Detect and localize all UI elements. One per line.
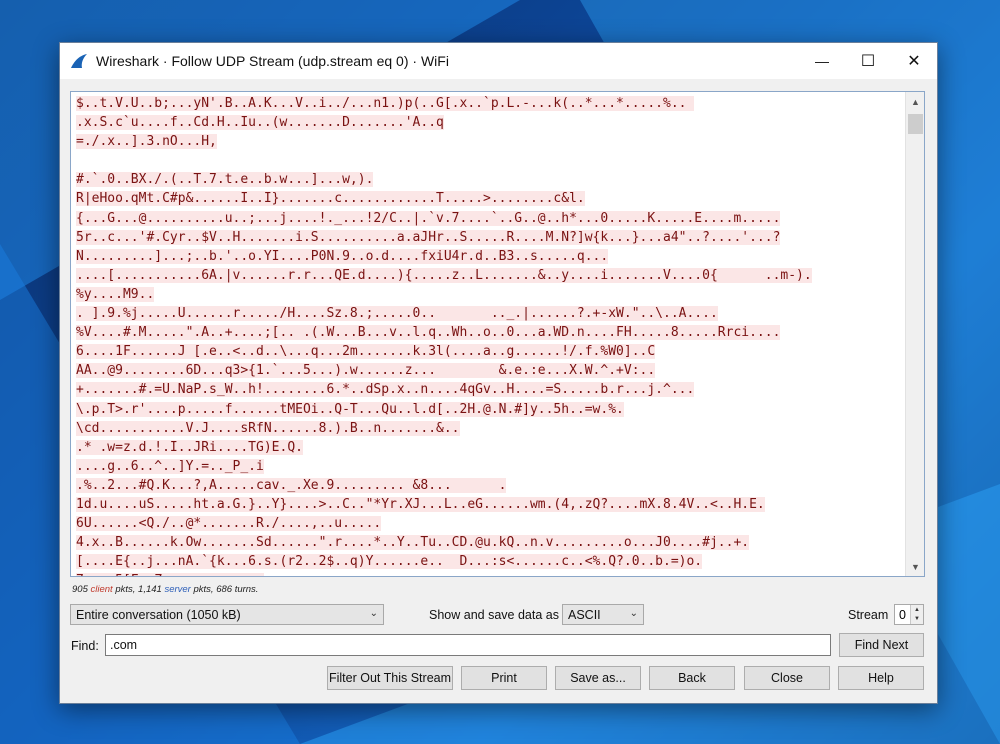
stream-line: .%..2...#Q.K...?,A.....cav._.Xe.9.......… — [76, 476, 902, 495]
stream-line: R|eHoo.qMt.C#p&......I..I}.......c......… — [76, 189, 902, 208]
minimize-icon: — — [815, 53, 829, 69]
chevron-down-icon: ⌄ — [629, 608, 638, 619]
find-input[interactable]: .com — [105, 634, 831, 656]
stream-line: {...G...@..........u..;...j....!._...!2/… — [76, 209, 902, 228]
stream-line-text: 1d.u....uS.....ht.a.G.}..Y}....>..C.."*Y… — [76, 496, 765, 512]
maximize-button[interactable]: ☐ — [845, 43, 891, 79]
back-button[interactable]: Back — [649, 666, 735, 690]
stream-line-text: AA..@9........6D...q3>{1.`...5...).w....… — [76, 363, 656, 379]
stream-number-spinbox[interactable]: 0 ▲ ▼ — [894, 604, 924, 625]
stream-line: #.`.0..BX./.(..T.7.t.e..b.w...]...w,). — [76, 170, 902, 189]
stream-line: N.........]...;..b.'..o.YI....P0N.9..o.d… — [76, 247, 902, 266]
format-select[interactable]: ASCII ⌄ — [562, 604, 644, 625]
stream-line: \cd...........V.J....sRfN......8.).B..n.… — [76, 419, 902, 438]
stream-line: 6....1F......J [.e..<..d..\...q...2m....… — [76, 342, 902, 361]
stream-line: 4.x..B......k.Ow.......Sd......".r....*.… — [76, 533, 902, 552]
client-label: client — [90, 584, 113, 595]
stream-line-text: 6....1F......J [.e..<..d..\...q...2m....… — [76, 344, 656, 360]
stream-line: 6U......<Q./..@*.......R./....,..u..... — [76, 514, 902, 533]
stream-line: .x.S.c`u....f..Cd.H..Iu..(w.......D.....… — [76, 113, 902, 132]
save-as-button[interactable]: Save as... — [555, 666, 641, 690]
conversation-select[interactable]: Entire conversation (1050 kB) ⌄ — [70, 604, 384, 625]
vertical-scrollbar[interactable]: ▲ ▼ — [905, 92, 924, 576]
stream-line: $..t.V.U..b;...yN'.B..A.K...V..i../...n1… — [76, 94, 902, 113]
close-button[interactable]: Close — [744, 666, 830, 690]
wireshark-fin-icon — [71, 54, 87, 68]
stream-line-text: =./.x..].3.nO...H, — [76, 134, 217, 150]
close-window-button[interactable]: ✕ — [891, 43, 937, 79]
stream-line-text: .* .w=z.d.!.I..JRi....TG)E.Q. — [76, 439, 303, 455]
find-input-value: .com — [110, 638, 138, 652]
close-icon: ✕ — [907, 53, 921, 70]
stream-text[interactable]: $..t.V.U..b;...yN'.B..A.K...V..i../...n1… — [76, 94, 902, 576]
stream-line-text: .%..2...#Q.K...?,A.....cav._.Xe.9.......… — [76, 477, 507, 493]
minimize-button[interactable]: — — [799, 43, 845, 79]
stream-line: 7....5[F..Z............. — [76, 571, 902, 576]
stream-line-text: . ].9.%j.....U......r...../H....Sz.8.;..… — [76, 306, 718, 322]
stream-label: Stream — [848, 608, 889, 622]
conversation-select-value: Entire conversation (1050 kB) — [76, 607, 241, 622]
stream-line-text: .x.S.c`u....f..Cd.H..Iu..(w.......D.....… — [76, 115, 444, 131]
filter-out-stream-button[interactable]: Filter Out This Stream — [327, 666, 453, 690]
stream-line-text: 5r..c...'#.Cyr..$V..H.......i.S.........… — [76, 229, 781, 245]
stream-line: ....[...........6A.|v......r.r...QE.d...… — [76, 266, 902, 285]
scrollbar-thumb[interactable] — [908, 114, 923, 134]
stream-line: %y....M9.. — [76, 285, 902, 304]
spin-down-icon[interactable]: ▼ — [911, 615, 923, 625]
stream-line-text: #.`.0..BX./.(..T.7.t.e..b.w...]...w,). — [76, 172, 374, 188]
client-suffix: pkts, — [112, 584, 139, 595]
stream-line: \.p.T>.r'....p.....f......tMEOi..Q-T...Q… — [76, 400, 902, 419]
stream-line-text: 7....5[F..Z............. — [76, 573, 264, 576]
stream-line-text: %y....M9.. — [76, 286, 155, 302]
maximize-icon: ☐ — [860, 53, 876, 70]
chevron-down-icon: ⌄ — [369, 608, 378, 619]
server-packet-count: 1,141 — [138, 584, 162, 595]
stream-line-text: ....g..6..^..]Y.=.._P_.i — [76, 458, 264, 474]
stream-line-text: \.p.T>.r'....p.....f......tMEOi..Q-T...Q… — [76, 401, 624, 417]
stream-line: AA..@9........6D...q3>{1.`...5...).w....… — [76, 361, 902, 380]
title-bar[interactable]: Wireshark · Follow UDP Stream (udp.strea… — [60, 43, 937, 79]
stream-line-text: 6U......<Q./..@*.......R./....,..u..... — [76, 516, 382, 532]
stream-line: =./.x..].3.nO...H, — [76, 132, 902, 151]
find-next-button[interactable]: Find Next — [839, 633, 924, 657]
stream-line: .* .w=z.d.!.I..JRi....TG)E.Q. — [76, 438, 902, 457]
stream-line: %V....#.M.....".A..+....;[.. .(.W...B...… — [76, 323, 902, 342]
format-select-value: ASCII — [568, 607, 601, 622]
stream-line: 5r..c...'#.Cyr..$V..H.......i.S.........… — [76, 228, 902, 247]
stream-line: 1d.u....uS.....ht.a.G.}..Y}....>..C.."*Y… — [76, 495, 902, 514]
stream-line-text: +.......#.=U.NaP.s_W..h!........6.*..dSp… — [76, 382, 695, 398]
stream-line-text: 4.x..B......k.Ow.......Sd......".r....*.… — [76, 535, 750, 551]
packet-stats: 905 client pkts, 1,141 server pkts, 686 … — [72, 584, 258, 595]
stream-line — [76, 151, 902, 170]
stream-line: ....g..6..^..]Y.=.._P_.i — [76, 457, 902, 476]
stream-line-text: ....[...........6A.|v......r.r...QE.d...… — [76, 267, 812, 283]
stream-line-text: [....E{..j...nA.`{k...6.s.(r2..2$..q)Y..… — [76, 554, 703, 570]
find-label: Find: — [71, 639, 99, 653]
spin-up-icon[interactable]: ▲ — [911, 605, 923, 615]
server-label: server — [164, 584, 191, 595]
stream-line-text: {...G...@..........u..;...j....!._...!2/… — [76, 210, 781, 226]
scroll-up-arrow-icon[interactable]: ▲ — [906, 92, 924, 111]
stream-line-text: R|eHoo.qMt.C#p&......I..I}.......c......… — [76, 191, 585, 207]
server-suffix: pkts, 686 turns. — [190, 584, 259, 595]
help-button[interactable]: Help — [838, 666, 924, 690]
scroll-down-arrow-icon[interactable]: ▼ — [906, 557, 924, 576]
show-save-label: Show and save data as — [429, 608, 559, 622]
follow-stream-window: Wireshark · Follow UDP Stream (udp.strea… — [59, 42, 938, 704]
stream-number-value: 0 — [899, 607, 906, 622]
stream-line: . ].9.%j.....U......r...../H....Sz.8.;..… — [76, 304, 902, 323]
stream-line: +.......#.=U.NaP.s_W..h!........6.*..dSp… — [76, 380, 902, 399]
stream-content-area[interactable]: $..t.V.U..b;...yN'.B..A.K...V..i../...n1… — [70, 91, 925, 577]
window-title: Wireshark · Follow UDP Stream (udp.strea… — [96, 53, 449, 69]
client-packet-count: 905 — [72, 584, 88, 595]
stream-line: [....E{..j...nA.`{k...6.s.(r2..2$..q)Y..… — [76, 552, 902, 571]
stream-line-text: %V....#.M.....".A..+....;[.. .(.W...B...… — [76, 325, 781, 341]
stream-line-text: N.........]...;..b.'..o.YI....P0N.9..o.d… — [76, 248, 609, 264]
stream-line-text: \cd...........V.J....sRfN......8.).B..n.… — [76, 420, 460, 436]
stream-line-text: $..t.V.U..b;...yN'.B..A.K...V..i../...n1… — [76, 96, 695, 111]
print-button[interactable]: Print — [461, 666, 547, 690]
